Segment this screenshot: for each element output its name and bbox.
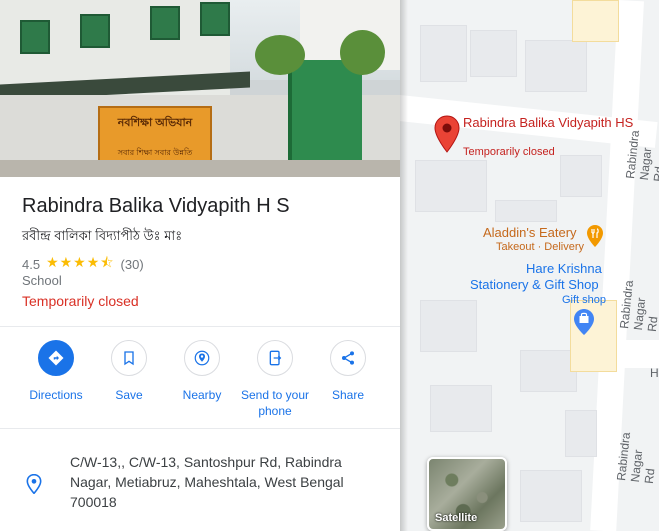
map-building xyxy=(495,200,557,222)
road-label: Rabindra Nagar Rd xyxy=(614,431,658,485)
selected-place-status: Temporarily closed xyxy=(463,146,555,158)
map-building xyxy=(420,25,467,82)
map-building xyxy=(470,30,517,77)
selected-place-label[interactable]: Rabindra Balika Vidyapith HS xyxy=(463,115,633,130)
save-button[interactable]: Save xyxy=(92,340,166,403)
map-building xyxy=(520,470,582,522)
selected-place-pin-icon[interactable] xyxy=(434,115,460,158)
review-count[interactable]: (30) xyxy=(121,257,144,272)
photo-window xyxy=(150,6,180,40)
share-button[interactable]: Share xyxy=(311,340,385,403)
map-building xyxy=(560,155,602,197)
restaurant-icon[interactable] xyxy=(586,224,604,253)
map-commercial-block xyxy=(572,0,619,42)
satellite-layer-button[interactable]: Satellite xyxy=(427,457,507,531)
photo-window xyxy=(20,20,50,54)
address-text: C/W-13,, C/W-13, Santoshpur Rd, Rabindra… xyxy=(70,454,344,510)
send-to-phone-button[interactable]: Send to your phone xyxy=(238,340,312,419)
poi-eatery-label[interactable]: Aladdin's Eatery xyxy=(483,226,577,240)
place-status: Temporarily closed xyxy=(22,293,139,309)
place-photo[interactable]: নবশিক্ষা অভিযান সবার শিক্ষা সবার উন্নতি xyxy=(0,0,400,177)
map-building xyxy=(525,40,587,92)
place-native-name: রবীন্দ্র বালিকা বিদ্যাপীঠ উঃ মাঃ xyxy=(22,228,183,243)
save-label: Save xyxy=(115,388,143,402)
action-buttons: Directions Save Nearby Send to your phon… xyxy=(0,340,400,420)
share-icon xyxy=(330,340,366,376)
road-label: Rabindra Nagar Rd xyxy=(623,129,659,183)
rating-value: 4.5 xyxy=(22,256,41,272)
poi-shop-label[interactable]: Hare Krishna xyxy=(526,262,602,276)
photo-window xyxy=(200,2,230,36)
map-building xyxy=(520,350,577,392)
road-label: Rabindra Nagar Rd xyxy=(617,279,659,333)
shopping-bag-icon[interactable] xyxy=(573,308,595,341)
photo-ground xyxy=(0,160,400,177)
divider xyxy=(0,428,400,429)
photo-sign-text: নবশিক্ষা অভিযান xyxy=(117,117,193,129)
map-building xyxy=(565,410,597,457)
location-pin-icon xyxy=(26,473,42,499)
send-to-phone-label: Send to your phone xyxy=(240,388,310,418)
directions-label: Directions xyxy=(29,388,83,402)
place-title: Rabindra Balika Vidyapith H S xyxy=(22,195,290,217)
photo-tree xyxy=(255,35,305,75)
directions-icon xyxy=(38,340,74,376)
nearby-button[interactable]: Nearby xyxy=(165,340,239,403)
place-details-panel: নবশিক্ষা অভিযান সবার শিক্ষা সবার উন্নতি … xyxy=(0,0,400,531)
share-label: Share xyxy=(331,388,365,402)
place-category[interactable]: School xyxy=(22,273,62,288)
map-building xyxy=(420,300,477,352)
photo-window xyxy=(80,14,110,48)
photo-tree xyxy=(340,30,385,75)
panel-shadow xyxy=(400,0,408,531)
poi-eatery-detail: Takeout · Delivery xyxy=(496,241,585,253)
map-building xyxy=(415,160,487,212)
map-canvas[interactable]: Rabindra Nagar Rd Rabindra Nagar Rd Rabi… xyxy=(400,0,659,531)
directions-button[interactable]: Directions xyxy=(19,340,93,403)
photo-gate xyxy=(288,60,362,170)
nearby-label: Nearby xyxy=(182,388,222,402)
photo-sign-subtext: সবার শিক্ষা সবার উন্নতি xyxy=(117,148,193,157)
divider xyxy=(0,326,400,327)
bookmark-icon xyxy=(111,340,147,376)
satellite-label: Satellite xyxy=(435,512,478,524)
poi-shop-label-2[interactable]: Stationery & Gift Shop xyxy=(470,278,599,292)
map-edge-label: H xyxy=(650,366,659,380)
send-to-phone-icon xyxy=(257,340,293,376)
poi-shop-detail: Gift shop xyxy=(562,294,607,306)
address-row[interactable]: C/W-13,, C/W-13, Santoshpur Rd, Rabindra… xyxy=(0,452,400,512)
nearby-icon xyxy=(184,340,220,376)
map-building xyxy=(430,385,492,432)
